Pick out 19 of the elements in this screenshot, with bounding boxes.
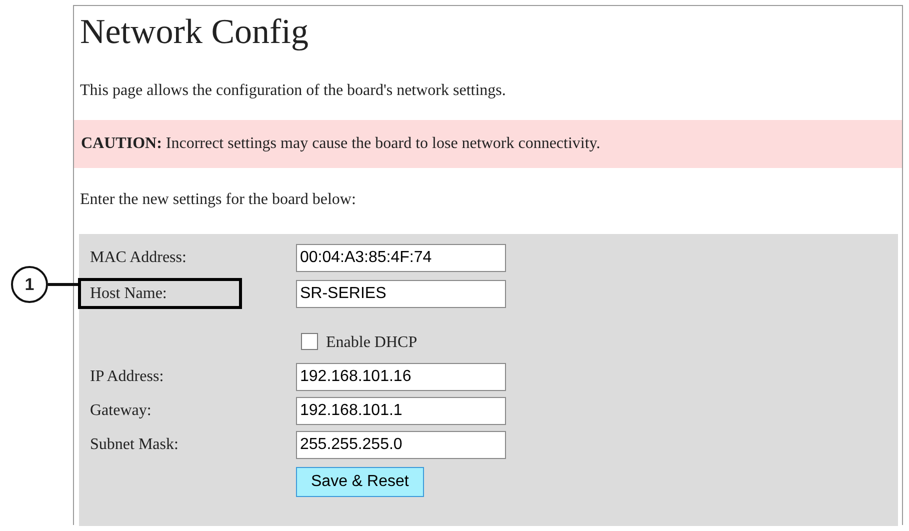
text-field[interactable]: 192.168.101.1 xyxy=(296,397,506,425)
text-field[interactable]: SR-SERIES xyxy=(296,280,506,308)
page-title: Network Config xyxy=(80,14,310,49)
text-field[interactable]: 192.168.101.16 xyxy=(296,363,506,391)
field-label: IP Address: xyxy=(89,367,165,387)
intro-text: This page allows the configuration of the board's network settings. xyxy=(79,81,507,101)
text-field[interactable]: 255.255.255.0 xyxy=(296,431,506,459)
instruction-text: Enter the new settings for the board below: xyxy=(79,190,357,210)
text-field[interactable]: 00:04:A3:85:4F:74 xyxy=(296,244,506,272)
callout-number: 1 xyxy=(11,266,48,303)
field-label: Gateway: xyxy=(89,401,152,421)
leader-line xyxy=(48,283,78,286)
save-reset-button[interactable]: Save & Reset xyxy=(296,467,424,497)
caution-text: CAUTION: Incorrect settings may cause the board to lose network connectivity. xyxy=(80,134,602,154)
checkbox-label: Enable DHCP xyxy=(326,333,418,353)
field-label: Subnet Mask: xyxy=(89,435,180,455)
field-label: Host Name: xyxy=(89,284,167,304)
checkbox[interactable] xyxy=(301,332,318,350)
field-label: MAC Address: xyxy=(89,248,188,268)
